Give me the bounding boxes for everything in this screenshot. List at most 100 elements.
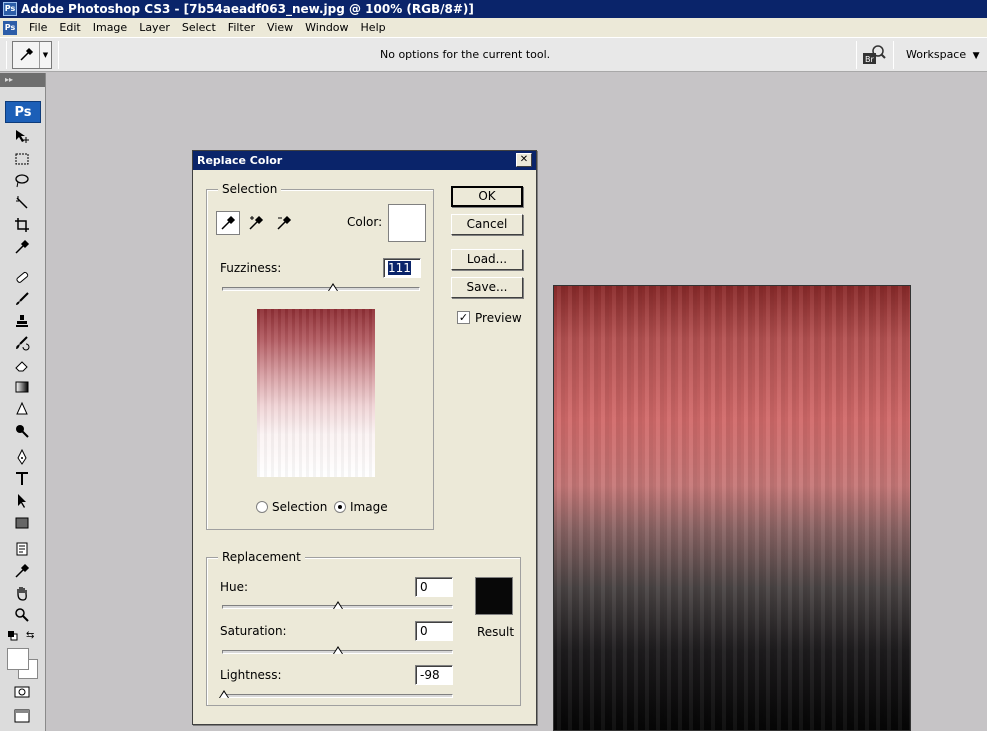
replacement-group-label: Replacement: [218, 550, 305, 564]
lightness-slider[interactable]: [222, 694, 453, 698]
eyedropper-icon: [13, 42, 40, 68]
window-title-bar: Ps Adobe Photoshop CS3 - [7b54aeadf063_n…: [0, 0, 987, 18]
menu-image[interactable]: Image: [87, 21, 133, 34]
selection-radio-label: Selection: [272, 500, 328, 514]
photoshop-menu-icon[interactable]: Ps: [3, 20, 17, 35]
fuzziness-slider[interactable]: [222, 287, 420, 291]
result-color-swatch[interactable]: [475, 577, 513, 615]
eyedropper-plus-icon: [249, 215, 264, 230]
selection-preview-image: [257, 309, 375, 477]
menu-help[interactable]: Help: [355, 21, 392, 34]
selection-radio[interactable]: [256, 501, 268, 513]
crop-tool-icon[interactable]: [12, 216, 32, 234]
gradient-tool-icon[interactable]: [12, 378, 32, 396]
load-button[interactable]: Load...: [451, 249, 523, 270]
fuzziness-slider-thumb[interactable]: [327, 283, 338, 291]
subtract-from-sample-button[interactable]: [272, 211, 296, 235]
notes-tool-icon[interactable]: [12, 540, 32, 558]
move-tool-icon[interactable]: [12, 127, 32, 145]
chevron-down-icon: ▼: [972, 51, 980, 61]
document-canvas-image[interactable]: [553, 285, 911, 731]
hue-label: Hue:: [220, 580, 249, 594]
magic-wand-tool-icon[interactable]: [12, 194, 32, 212]
menu-select[interactable]: Select: [176, 21, 222, 34]
screen-mode-icon[interactable]: [12, 707, 32, 725]
eyedropper-minus-icon: [277, 215, 292, 230]
options-divider: [856, 41, 857, 69]
hue-input[interactable]: 0: [415, 577, 453, 597]
lightness-slider-thumb[interactable]: [219, 690, 230, 698]
workspace-label: Workspace: [906, 48, 967, 61]
photoshop-logo[interactable]: Ps: [5, 101, 41, 123]
bridge-button[interactable]: Br: [862, 44, 886, 66]
chevron-down-icon: ▼: [42, 51, 49, 59]
ok-button[interactable]: OK: [451, 186, 523, 207]
menu-view[interactable]: View: [261, 21, 299, 34]
eyedropper-tool-icon[interactable]: [12, 238, 32, 256]
menu-filter[interactable]: Filter: [222, 21, 261, 34]
type-tool-icon[interactable]: [12, 470, 32, 488]
cancel-button[interactable]: Cancel: [451, 214, 523, 235]
replace-color-dialog: Replace Color ✕ Selection Color: Fuzzine…: [192, 150, 537, 725]
swap-colors-icon[interactable]: ⇆: [26, 631, 36, 641]
menu-file[interactable]: File: [23, 21, 53, 34]
image-radio[interactable]: [334, 501, 346, 513]
dodge-tool-icon[interactable]: [12, 422, 32, 440]
selection-group-label: Selection: [218, 182, 282, 196]
preview-label: Preview: [475, 311, 522, 325]
eraser-tool-icon[interactable]: [12, 356, 32, 374]
lightness-input[interactable]: -98: [415, 665, 453, 685]
fuzziness-value: 111: [388, 261, 411, 275]
saturation-input[interactable]: 0: [415, 621, 453, 641]
options-bar: ▼ No options for the current tool. Br Wo…: [0, 38, 987, 72]
add-to-sample-button[interactable]: [244, 211, 268, 235]
options-divider: [893, 41, 894, 69]
eyedropper-button[interactable]: [216, 211, 240, 235]
options-message: No options for the current tool.: [380, 48, 551, 61]
result-label: Result: [477, 625, 515, 639]
brush-tool-icon[interactable]: [12, 290, 32, 308]
tool-preset-picker[interactable]: ▼: [12, 41, 52, 69]
selection-color-swatch[interactable]: [388, 204, 426, 242]
marquee-tool-icon[interactable]: [12, 150, 32, 168]
bridge-icon: Br: [863, 45, 886, 64]
image-radio-label: Image: [350, 500, 388, 514]
menu-window[interactable]: Window: [299, 21, 354, 34]
workspace-menu[interactable]: Workspace ▼: [906, 48, 980, 61]
save-button[interactable]: Save...: [451, 277, 523, 298]
window-title: Adobe Photoshop CS3 - [7b54aeadf063_new.…: [21, 2, 474, 16]
pen-tool-icon[interactable]: [12, 448, 32, 466]
fuzziness-label: Fuzziness:: [220, 261, 282, 275]
blur-tool-icon[interactable]: [12, 400, 32, 418]
preview-checkbox[interactable]: ✓: [457, 311, 470, 324]
hue-slider-thumb[interactable]: [332, 601, 343, 609]
shape-tool-icon[interactable]: [12, 514, 32, 532]
default-colors-icon[interactable]: [8, 631, 18, 641]
menu-bar: Ps File Edit Image Layer Select Filter V…: [0, 18, 987, 38]
eyedropper-icon: [221, 215, 236, 230]
photoshop-app-icon: Ps: [3, 2, 17, 16]
close-button[interactable]: ✕: [516, 153, 532, 167]
dialog-title-bar[interactable]: Replace Color ✕: [193, 151, 536, 170]
dialog-title: Replace Color: [197, 154, 283, 167]
clone-stamp-tool-icon[interactable]: [12, 312, 32, 330]
toolbox: ▸▸ Ps ⇆: [0, 73, 46, 731]
history-brush-tool-icon[interactable]: [12, 334, 32, 352]
zoom-tool-icon[interactable]: [12, 606, 32, 624]
saturation-label: Saturation:: [220, 624, 287, 638]
hand-tool-icon[interactable]: [12, 584, 32, 602]
toolbox-collapse-icon[interactable]: ▸▸: [0, 73, 45, 87]
options-divider: [6, 41, 7, 69]
path-selection-tool-icon[interactable]: [12, 492, 32, 510]
healing-brush-tool-icon[interactable]: [12, 268, 32, 286]
quick-mask-icon[interactable]: [12, 683, 32, 701]
foreground-color-swatch[interactable]: [7, 648, 29, 670]
eyedropper-tool-icon[interactable]: [12, 562, 32, 580]
saturation-slider-thumb[interactable]: [332, 646, 343, 654]
fuzziness-input[interactable]: 111: [383, 258, 421, 278]
menu-edit[interactable]: Edit: [53, 21, 86, 34]
lasso-tool-icon[interactable]: [12, 172, 32, 190]
options-divider: [58, 41, 59, 69]
bridge-icon-label: Br: [865, 55, 874, 64]
menu-layer[interactable]: Layer: [133, 21, 176, 34]
